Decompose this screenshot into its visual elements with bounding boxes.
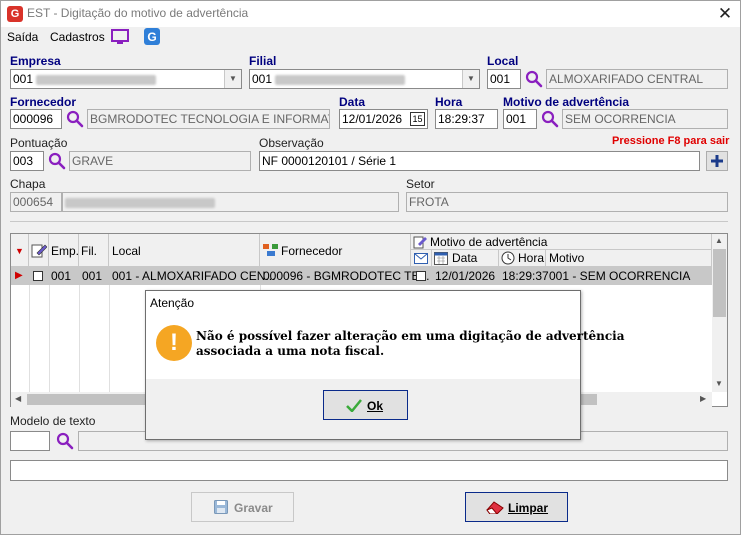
fornecedor-code-input[interactable]: 000096 xyxy=(10,109,62,129)
app-shortcut-icon[interactable]: G xyxy=(144,28,160,45)
scroll-right-icon[interactable]: ▶ xyxy=(700,394,706,403)
setor-label: Setor xyxy=(406,177,435,191)
menu-cadastros[interactable]: Cadastros xyxy=(50,30,105,44)
search-icon[interactable] xyxy=(56,432,74,450)
table-row[interactable]: ▶ 001 001 001 - ALMOXARIFADO CEN... 0000… xyxy=(11,267,712,285)
scroll-left-icon[interactable]: ◀ xyxy=(15,394,21,403)
f8-hint: Pressione F8 para sair xyxy=(612,135,730,147)
empresa-label: Empresa xyxy=(10,54,61,68)
empresa-select[interactable]: 001 ▼ xyxy=(10,69,242,89)
limpar-button[interactable]: Limpar xyxy=(465,492,568,522)
vertical-scrollbar[interactable]: ▲ ▼ xyxy=(712,234,727,392)
hora-input[interactable]: 18:29:37 xyxy=(435,109,498,129)
grid-group-header: Motivo de advertência xyxy=(430,235,548,249)
save-icon xyxy=(214,500,228,514)
grid-header-local[interactable]: Local xyxy=(112,244,141,258)
search-icon[interactable] xyxy=(525,70,543,88)
observacao-input[interactable]: NF 0000120101 / Série 1 xyxy=(259,151,700,171)
grid-header-data[interactable]: Data xyxy=(452,251,477,265)
scroll-thumb[interactable] xyxy=(713,249,726,317)
row-indicator-icon: ▶ xyxy=(15,270,23,281)
pontuacao-description: GRAVE xyxy=(69,151,251,171)
sort-down-icon[interactable]: ▼ xyxy=(15,246,24,256)
data-label: Data xyxy=(339,95,366,109)
cell-fornecedor: 000096 - BGMRODOTEC TE... xyxy=(263,269,430,283)
ok-button[interactable]: Ok xyxy=(323,390,408,420)
chapa-code: 000654 xyxy=(10,192,62,212)
modelo-code-input[interactable] xyxy=(10,431,50,451)
dialog-title-bar: Atenção xyxy=(146,291,580,315)
texto-input[interactable] xyxy=(10,460,728,481)
supplier-icon xyxy=(263,244,278,256)
scroll-up-icon[interactable]: ▲ xyxy=(715,236,723,245)
scroll-down-icon[interactable]: ▼ xyxy=(715,379,723,388)
calendar-icon[interactable]: 15 xyxy=(410,112,425,126)
edit-document-icon[interactable] xyxy=(31,242,47,258)
row-checkbox[interactable] xyxy=(33,271,43,281)
add-button[interactable] xyxy=(706,151,728,171)
cell-motivo: 001 - SEM OCORRENCIA xyxy=(549,269,691,283)
clock-icon xyxy=(501,251,515,265)
chapa-name xyxy=(62,192,399,212)
motivo-label: Motivo de advertência xyxy=(503,95,630,109)
alert-dialog: Atenção ! Não é possível fazer alteração… xyxy=(145,290,625,440)
cell-emp: 001 xyxy=(51,269,72,283)
cell-local: 001 - ALMOXARIFADO CEN... xyxy=(112,269,276,283)
dialog-message-line1: Não é possível fazer alteração em uma di… xyxy=(196,329,625,343)
plus-icon xyxy=(711,155,723,167)
cell-fil: 001 xyxy=(82,269,103,283)
checkmark-icon xyxy=(346,399,362,412)
local-code-input[interactable]: 001 xyxy=(487,69,521,89)
fornecedor-label: Fornecedor xyxy=(10,95,77,109)
filial-label: Filial xyxy=(249,54,277,68)
dialog-body: ! Não é possível fazer alteração em uma … xyxy=(146,315,625,379)
app-logo-icon: G xyxy=(7,6,23,22)
data-input[interactable]: 12/01/2026 15 xyxy=(339,109,428,129)
chapa-label: Chapa xyxy=(10,177,46,191)
cell-data: 12/01/2026 xyxy=(435,269,496,283)
monitor-icon[interactable] xyxy=(111,29,129,45)
separator xyxy=(10,221,728,222)
menu-saida[interactable]: Saída xyxy=(7,30,38,44)
eraser-icon xyxy=(486,501,504,514)
observacao-label: Observação xyxy=(259,136,324,150)
search-icon[interactable] xyxy=(48,152,66,170)
fornecedor-description: BGMRODOTEC TECNOLOGIA E INFORMATICA S xyxy=(87,109,330,129)
search-icon[interactable] xyxy=(541,110,559,128)
pontuacao-code-input[interactable]: 003 xyxy=(10,151,44,171)
window-title: EST - Digitação do motivo de advertência xyxy=(27,6,249,20)
modelo-label: Modelo de texto xyxy=(10,414,96,428)
setor-value: FROTA xyxy=(406,192,728,212)
grid-header-fil[interactable]: Fil. xyxy=(81,244,97,258)
grid-header-fornecedor[interactable]: Fornecedor xyxy=(281,244,342,258)
grid-header-motivo[interactable]: Motivo xyxy=(549,251,584,265)
chevron-down-icon[interactable]: ▼ xyxy=(462,70,479,88)
warning-icon: ! xyxy=(156,325,192,361)
motivo-description: SEM OCORRENCIA xyxy=(562,109,728,129)
hora-label: Hora xyxy=(435,95,463,109)
gravar-button[interactable]: Gravar xyxy=(191,492,294,522)
svg-text:G: G xyxy=(147,30,156,44)
dialog-message-line2: associada a uma nota fiscal. xyxy=(196,344,385,358)
close-icon[interactable]: ✕ xyxy=(713,3,737,25)
edit-document-icon xyxy=(413,236,427,249)
chevron-down-icon[interactable]: ▼ xyxy=(224,70,241,88)
grid-header-emp[interactable]: Emp. xyxy=(51,244,79,258)
pontuacao-label: Pontuação xyxy=(10,136,68,150)
grid-header-hora[interactable]: Hora xyxy=(518,251,544,265)
motivo-code-input[interactable]: 001 xyxy=(503,109,537,129)
calendar-icon xyxy=(434,252,448,265)
menu-bar: Saída Cadastros G xyxy=(1,27,740,47)
search-icon[interactable] xyxy=(66,110,84,128)
local-label: Local xyxy=(487,54,519,68)
local-description: ALMOXARIFADO CENTRAL xyxy=(546,69,728,89)
row-mail-checkbox[interactable] xyxy=(416,271,426,281)
mail-icon[interactable] xyxy=(414,253,428,264)
cell-hora: 18:29:37 xyxy=(502,269,549,283)
main-window: G EST - Digitação do motivo de advertênc… xyxy=(0,0,741,535)
dialog-title: Atenção xyxy=(150,296,195,310)
title-bar: G EST - Digitação do motivo de advertênc… xyxy=(1,1,740,27)
filial-select[interactable]: 001 ▼ xyxy=(249,69,480,89)
